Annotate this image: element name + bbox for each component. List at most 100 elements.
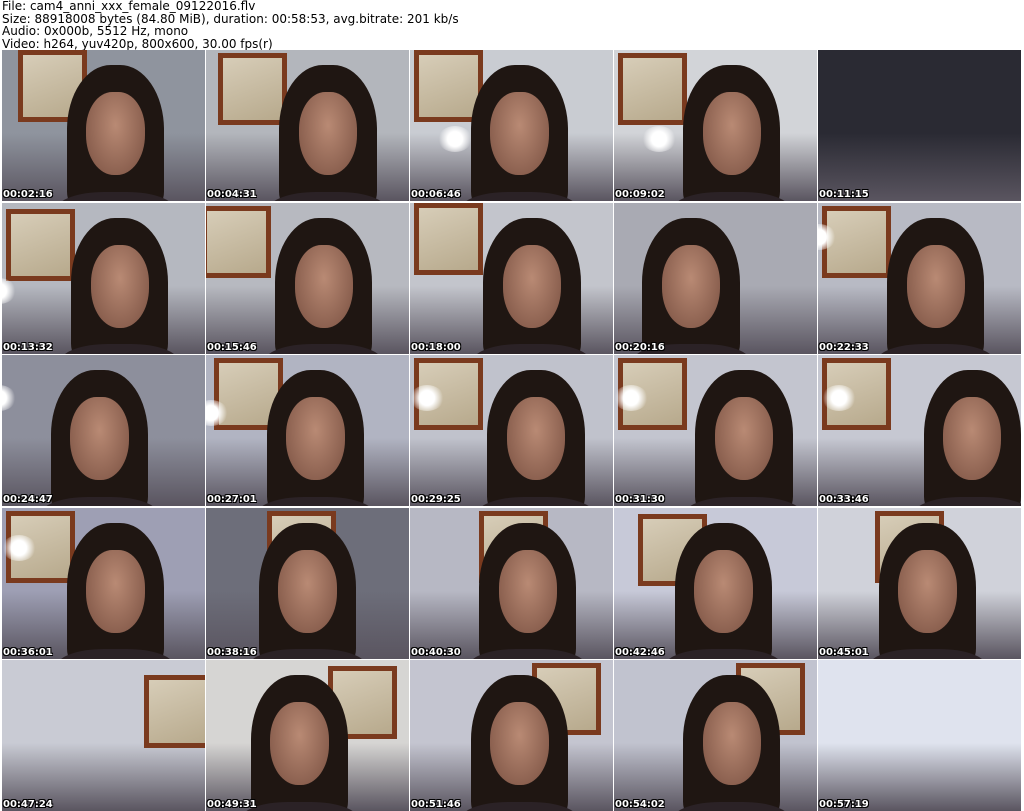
timestamp-label: 00:42:46 — [615, 646, 665, 658]
video-thumbnail[interactable]: 00:54:02 — [614, 660, 817, 811]
face — [506, 397, 566, 481]
video-thumbnail[interactable]: 00:40:30 — [410, 507, 613, 659]
face — [86, 92, 145, 176]
thumbnail-background — [818, 50, 1021, 201]
face — [298, 92, 358, 176]
video-thumbnail[interactable]: 00:33:46 — [818, 355, 1021, 506]
wall-picture-frame — [618, 53, 688, 126]
video-thumbnail[interactable]: 00:51:46 — [410, 660, 613, 811]
video-thumbnail[interactable]: 00:18:00 — [410, 202, 613, 354]
video-thumbnail[interactable]: 00:36:01 — [2, 507, 205, 659]
thumbnail-background — [818, 660, 1021, 811]
video-info-line: Video: h264, yuv420p, 800x600, 30.00 fps… — [2, 36, 273, 51]
face — [498, 549, 557, 633]
timestamp-label: 00:54:02 — [615, 799, 665, 810]
video-thumbnail[interactable]: 00:15:46 — [206, 202, 409, 354]
video-thumbnail[interactable]: 00:57:19 — [818, 660, 1021, 811]
video-thumbnail[interactable]: 00:31:30 — [614, 355, 817, 506]
timestamp-label: 00:22:33 — [819, 341, 869, 353]
timestamp-label: 00:29:25 — [411, 494, 461, 505]
timestamp-label: 00:04:31 — [207, 189, 257, 200]
file-info-header: File: cam4_anni_xxx_female_09122016.flv … — [2, 0, 1002, 50]
wall-picture-frame — [6, 208, 76, 281]
person-figure — [249, 522, 366, 659]
person-figure — [665, 522, 783, 659]
person-figure — [461, 675, 579, 811]
person-figure — [632, 217, 750, 354]
person-figure — [40, 370, 158, 506]
person-figure — [685, 370, 803, 506]
timestamp-label: 00:20:16 — [615, 341, 665, 353]
face — [490, 702, 549, 786]
timestamp-label: 00:40:30 — [411, 646, 461, 658]
video-thumbnail[interactable]: 00:27:01 — [206, 355, 409, 506]
timestamp-label: 00:09:02 — [615, 189, 665, 200]
face — [714, 397, 774, 481]
person-figure — [57, 522, 175, 659]
person-figure — [461, 65, 579, 201]
timestamp-label: 00:27:01 — [207, 494, 257, 505]
video-thumbnail[interactable]: 00:02:16 — [2, 50, 205, 201]
video-thumbnail[interactable]: 00:24:47 — [2, 355, 205, 506]
face — [270, 702, 329, 786]
thumbnail-grid: 00:02:16 00:04:31 00:06:46 00:09:02 00:11:15… — [0, 50, 1024, 811]
video-thumbnail[interactable]: 00:06:46 — [410, 50, 613, 201]
person-figure — [265, 217, 383, 354]
audio-info-line: Audio: 0x000b, 5512 Hz, mono — [2, 24, 189, 38]
timestamp-label: 00:57:19 — [819, 799, 869, 810]
timestamp-label: 00:49:31 — [207, 799, 257, 810]
timestamp-label: 00:51:46 — [411, 799, 461, 810]
video-thumbnail[interactable]: 00:04:31 — [206, 50, 409, 201]
timestamp-label: 00:31:30 — [615, 494, 665, 505]
timestamp-label: 00:47:24 — [3, 799, 53, 810]
file-name-line: File: cam4_anni_xxx_female_09122016.flv — [2, 0, 256, 13]
video-thumbnail[interactable]: 00:47:24 — [2, 660, 205, 811]
wall-picture-frame — [414, 202, 484, 275]
video-thumbnail[interactable]: 00:22:33 — [818, 202, 1021, 354]
wall-picture-frame — [144, 675, 205, 748]
face — [502, 244, 562, 328]
lamp-glow — [2, 534, 36, 561]
lamp-glow — [642, 125, 677, 152]
wall-picture-frame — [218, 53, 288, 126]
face — [86, 549, 145, 633]
video-thumbnail[interactable]: 00:09:02 — [614, 50, 817, 201]
timestamp-label: 00:15:46 — [207, 341, 257, 353]
person-figure — [877, 217, 995, 354]
video-thumbnail[interactable]: 00:29:25 — [410, 355, 613, 506]
video-thumbnail[interactable]: 00:42:46 — [614, 507, 817, 659]
person-figure — [61, 217, 179, 354]
timestamp-label: 00:11:15 — [819, 189, 869, 200]
timestamp-label: 00:45:01 — [819, 646, 869, 658]
video-thumbnail[interactable]: 00:38:16 — [206, 507, 409, 659]
lamp-glow — [410, 385, 444, 412]
timestamp-label: 00:33:46 — [819, 494, 869, 505]
lamp-glow — [614, 385, 648, 412]
video-thumbnail[interactable]: 00:11:15 — [818, 50, 1021, 201]
timestamp-label: 00:36:01 — [3, 646, 53, 658]
face — [70, 397, 129, 481]
lamp-glow — [438, 125, 473, 152]
timestamp-label: 00:18:00 — [411, 341, 461, 353]
timestamp-label: 00:02:16 — [3, 189, 53, 200]
person-figure — [913, 370, 1021, 506]
face — [490, 92, 549, 176]
face — [90, 244, 149, 328]
wall-picture-frame — [206, 205, 271, 278]
person-figure — [57, 65, 175, 201]
face — [294, 244, 353, 328]
video-thumbnail[interactable]: 00:13:32 — [2, 202, 205, 354]
timestamp-label: 00:06:46 — [411, 189, 461, 200]
face — [661, 244, 721, 328]
face — [906, 244, 965, 328]
timestamp-label: 00:24:47 — [3, 494, 53, 505]
video-thumbnail[interactable]: 00:20:16 — [614, 202, 817, 354]
timestamp-label: 00:13:32 — [3, 341, 53, 353]
timestamp-label: 00:38:16 — [207, 646, 257, 658]
face — [278, 549, 337, 633]
video-thumbnail[interactable]: 00:49:31 — [206, 660, 409, 811]
video-thumbnail[interactable]: 00:45:01 — [818, 507, 1021, 659]
person-figure — [257, 370, 375, 506]
person-figure — [673, 675, 791, 811]
face — [286, 397, 345, 481]
